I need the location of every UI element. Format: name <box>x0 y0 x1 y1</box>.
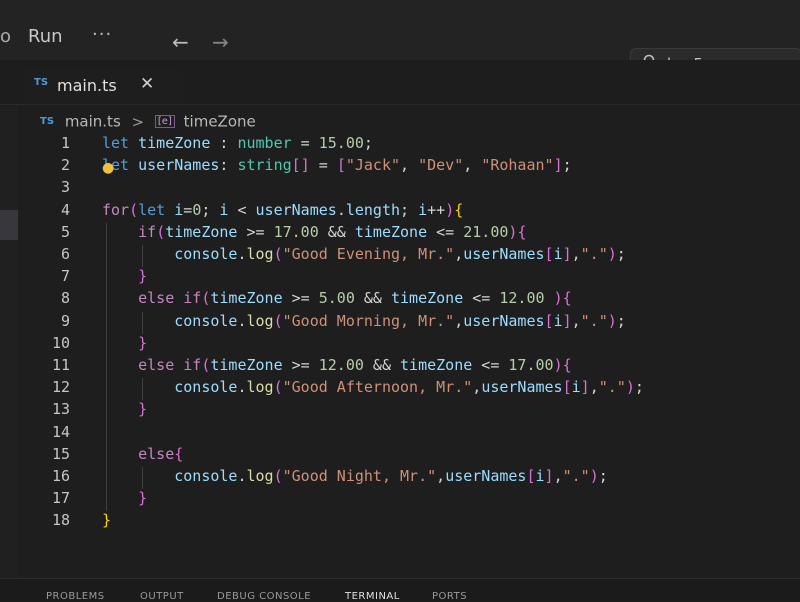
tab-problems[interactable]: PROBLEMS <box>46 591 105 602</box>
tab-output[interactable]: OUTPUT <box>140 591 184 602</box>
line-number: 10 <box>51 333 70 352</box>
code-text: } <box>102 511 112 530</box>
code-line[interactable]: 6 console.log("Good Evening, Mr.",userNa… <box>18 245 800 267</box>
line-number: 16 <box>51 467 70 485</box>
line-number: 9 <box>60 311 70 330</box>
tab-ports[interactable]: PORTS <box>432 591 467 602</box>
code-line[interactable]: 12 console.log("Good Afternoon, Mr.",use… <box>18 378 800 400</box>
code-line[interactable]: 16 console.log("Good Night, Mr.",userNam… <box>18 467 800 489</box>
line-number: 15 <box>51 444 70 463</box>
code-line[interactable]: 2 let userNames: string[] = ["Jack", "Dev… <box>18 156 800 178</box>
code-text: } <box>138 489 148 508</box>
line-number: 7 <box>60 267 70 286</box>
title-bar: o Run ··· ← → h.w5 <box>0 0 800 82</box>
code-text: console.log("Good Evening, Mr.",userName… <box>174 245 626 263</box>
breadcrumb-symbol[interactable]: timeZone <box>184 113 256 131</box>
code-text: console.log("Good Afternoon, Mr.",userNa… <box>174 378 644 397</box>
line-number: 18 <box>51 511 70 530</box>
line-number: 4 <box>60 200 70 219</box>
indent-guide <box>142 245 143 268</box>
typescript-file-icon: TS <box>34 77 49 88</box>
code-text: } <box>138 400 148 419</box>
code-line[interactable]: 3 <box>18 178 800 200</box>
code-line[interactable]: 10 } <box>18 334 800 356</box>
code-text: else if(timeZone >= 12.00 && timeZone <=… <box>138 356 572 374</box>
line-number: 1 <box>60 134 70 152</box>
code-text: for(let i=0; i < userNames.length; i++){ <box>102 200 464 219</box>
line-number: 3 <box>60 178 70 197</box>
code-text: let timeZone : number = 15.00; <box>102 134 373 152</box>
more-menu-icon[interactable]: ··· <box>92 24 112 45</box>
code-line[interactable]: 1 let timeZone : number = 15.00; <box>18 134 800 156</box>
breadcrumb-file[interactable]: main.ts <box>65 113 121 131</box>
line-number: 17 <box>51 489 70 508</box>
code-line[interactable]: 11 else if(timeZone >= 12.00 && timeZone… <box>18 356 800 378</box>
activity-bar <box>0 60 18 600</box>
breadcrumb-separator: > <box>131 112 145 131</box>
code-line[interactable]: 5 if(timeZone >= 17.00 && timeZone <= 21… <box>18 223 800 245</box>
menu-item-run[interactable]: Run <box>28 26 63 47</box>
code-text: let userNames: string[] = ["Jack", "Dev"… <box>102 156 572 175</box>
code-line[interactable]: 13 } <box>18 400 800 422</box>
menu-item-partial[interactable]: o <box>0 26 11 47</box>
code-line[interactable]: 18} <box>18 511 800 533</box>
code-line[interactable]: 14 <box>18 423 800 445</box>
line-number: 2 <box>60 156 70 175</box>
code-line[interactable]: 8 else if(timeZone >= 5.00 && timeZone <… <box>18 289 800 311</box>
tab-terminal[interactable]: TERMINAL <box>345 591 400 602</box>
code-text: else if(timeZone >= 5.00 && timeZone <= … <box>138 289 572 308</box>
line-number: 5 <box>60 222 70 241</box>
indent-guide <box>106 222 107 512</box>
line-number: 8 <box>60 289 70 308</box>
code-line[interactable]: 4 for(let i=0; i < userNames.length; i++)… <box>18 201 800 223</box>
breadcrumb: TS main.ts > [e] timeZone <box>40 112 256 134</box>
code-text: if(timeZone >= 17.00 && timeZone <= 21.0… <box>138 222 527 241</box>
code-text: console.log("Good Morning, Mr.",userName… <box>174 311 626 330</box>
indent-guide <box>142 467 143 490</box>
code-text: } <box>138 333 148 352</box>
variable-symbol-icon: [e] <box>154 115 175 128</box>
back-arrow-icon[interactable]: ← <box>172 30 189 54</box>
line-number: 13 <box>51 400 70 419</box>
tab-main-ts[interactable]: TS main.ts ✕ <box>22 68 182 104</box>
tab-label: main.ts <box>57 76 117 95</box>
forward-arrow-icon[interactable]: → <box>212 30 229 54</box>
code-editor[interactable]: 1 let timeZone : number = 15.00; 2 let user… <box>18 134 800 574</box>
tab-debug-console[interactable]: DEBUG CONSOLE <box>217 591 311 602</box>
line-number: 6 <box>60 245 70 263</box>
code-line[interactable]: 15 else{ <box>18 445 800 467</box>
editor-tab-bar: TS main.ts ✕ <box>0 60 800 105</box>
line-number: 14 <box>51 422 70 441</box>
close-icon[interactable]: ✕ <box>140 74 154 94</box>
typescript-file-icon: TS <box>40 116 55 127</box>
lightbulb-icon[interactable]: ● <box>102 160 114 176</box>
code-text: } <box>138 267 148 286</box>
code-line[interactable]: 17 } <box>18 489 800 511</box>
code-line[interactable]: 9 console.log("Good Morning, Mr.",userNa… <box>18 312 800 334</box>
code-text: else{ <box>138 444 184 463</box>
line-number: 11 <box>51 356 70 374</box>
panel-tab-bar: PROBLEMS OUTPUT DEBUG CONSOLE TERMINAL PORTS <box>0 578 800 602</box>
code-line[interactable]: 7 } <box>18 267 800 289</box>
indent-guide <box>142 311 143 334</box>
activity-bar-active-item[interactable] <box>0 210 18 240</box>
code-text: console.log("Good Night, Mr.",userNames[… <box>174 467 608 485</box>
indent-guide <box>142 378 143 401</box>
line-number: 12 <box>51 378 70 397</box>
